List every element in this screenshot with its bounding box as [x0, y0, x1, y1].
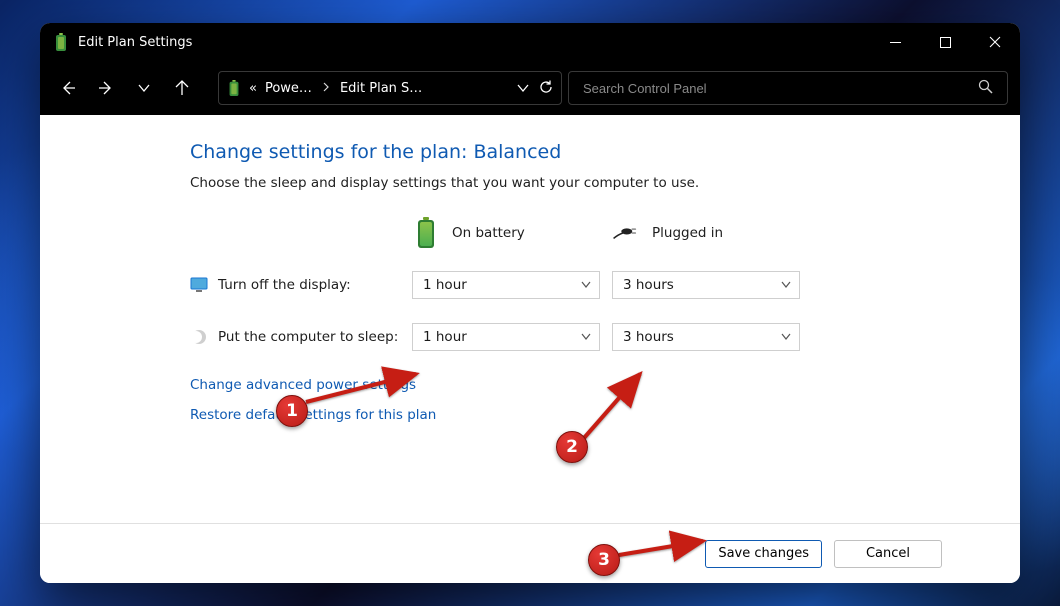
chevron-right-icon: [320, 82, 332, 95]
restore-defaults-link[interactable]: Restore default settings for this plan: [190, 407, 996, 423]
plug-icon: [612, 223, 640, 243]
display-plugged-value: 3 hours: [623, 277, 674, 293]
row-sleep: Put the computer to sleep: 1 hour 3 hour…: [190, 319, 996, 355]
plan-name: Balanced: [473, 141, 561, 163]
sleep-plugged-dropdown[interactable]: 3 hours: [612, 323, 800, 351]
turn-off-display-label-wrap: Turn off the display:: [190, 276, 412, 294]
display-battery-dropdown[interactable]: 1 hour: [412, 271, 600, 299]
display-icon: [190, 276, 208, 294]
content-area: Change settings for the plan: Balanced C…: [40, 115, 1020, 523]
battery-app-icon: [52, 33, 70, 51]
annotation-badge-2: 2: [556, 431, 588, 463]
turn-off-display-label: Turn off the display:: [218, 277, 351, 293]
chevron-down-icon: [581, 278, 591, 292]
search-bar[interactable]: [568, 71, 1008, 105]
column-header-battery: On battery: [412, 217, 612, 249]
window-controls: [870, 23, 1020, 61]
search-icon[interactable]: [978, 79, 993, 98]
chevron-down-icon: [781, 278, 791, 292]
close-button[interactable]: [970, 23, 1020, 61]
address-bar[interactable]: « Powe… Edit Plan S…: [218, 71, 562, 105]
columns-header: On battery Plugged in: [190, 213, 996, 253]
page-title: Change settings for the plan: Balanced: [190, 141, 996, 163]
chevron-down-icon[interactable]: [517, 79, 529, 98]
address-app-icon: [227, 80, 241, 96]
sleep-label: Put the computer to sleep:: [218, 329, 398, 345]
forward-button[interactable]: [90, 72, 122, 104]
titlebar: Edit Plan Settings: [40, 23, 1020, 61]
sleep-battery-dropdown[interactable]: 1 hour: [412, 323, 600, 351]
sleep-plugged-value: 3 hours: [623, 329, 674, 345]
advanced-settings-link[interactable]: Change advanced power settings: [190, 377, 996, 393]
column-header-battery-label: On battery: [452, 225, 525, 241]
save-changes-button[interactable]: Save changes: [705, 540, 822, 568]
page-title-prefix: Change settings for the plan:: [190, 141, 473, 163]
display-battery-value: 1 hour: [423, 277, 467, 293]
sleep-label-wrap: Put the computer to sleep:: [190, 328, 412, 346]
recent-locations-button[interactable]: [128, 72, 160, 104]
refresh-icon[interactable]: [539, 79, 553, 98]
navbar: « Powe… Edit Plan S…: [40, 61, 1020, 115]
chevron-down-icon: [581, 330, 591, 344]
sleep-battery-value: 1 hour: [423, 329, 467, 345]
breadcrumb-prefix: «: [249, 81, 257, 96]
column-header-plugged-label: Plugged in: [652, 225, 723, 241]
battery-icon: [412, 217, 440, 249]
column-header-plugged: Plugged in: [612, 223, 812, 243]
search-input[interactable]: [583, 81, 970, 96]
chevron-down-icon: [781, 330, 791, 344]
footer: Save changes Cancel: [40, 523, 1020, 583]
annotation-badge-3: 3: [588, 544, 620, 576]
control-panel-window: Edit Plan Settings « Powe… Edit Plan S…: [40, 23, 1020, 583]
maximize-button[interactable]: [920, 23, 970, 61]
row-turn-off-display: Turn off the display: 1 hour 3 hours: [190, 267, 996, 303]
moon-icon: [190, 328, 208, 346]
minimize-button[interactable]: [870, 23, 920, 61]
cancel-button[interactable]: Cancel: [834, 540, 942, 568]
up-button[interactable]: [166, 72, 198, 104]
page-subtitle: Choose the sleep and display settings th…: [190, 175, 996, 191]
back-button[interactable]: [52, 72, 84, 104]
breadcrumb-item-power[interactable]: Powe…: [265, 81, 312, 96]
breadcrumb-item-edit[interactable]: Edit Plan S…: [340, 81, 422, 96]
display-plugged-dropdown[interactable]: 3 hours: [612, 271, 800, 299]
annotation-badge-1: 1: [276, 395, 308, 427]
window-title: Edit Plan Settings: [78, 35, 870, 50]
